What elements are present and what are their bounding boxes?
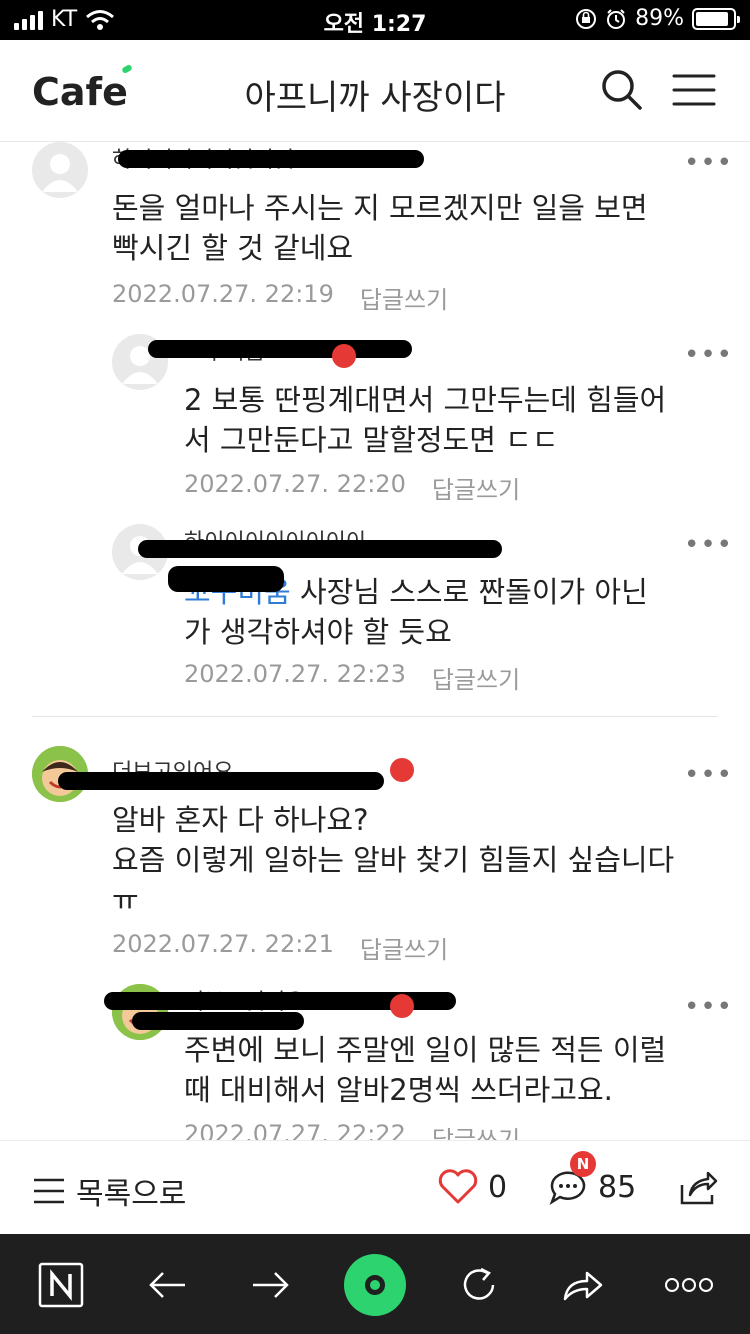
comment-meta: 2022.07.27. 22:22 답글쓰기 [184,1120,520,1140]
naver-icon [38,1262,84,1308]
comment-date: 2022.07.27. 22:22 [184,1120,406,1140]
redaction-mark [168,566,284,592]
comment-date: 2022.07.27. 22:20 [184,470,406,498]
battery-percent: 89% [635,6,684,31]
app-header: Cafe 아프니까 사장이다 [0,40,750,142]
new-badge-icon [390,994,414,1018]
more-menu-button[interactable] [662,1260,716,1310]
reply-button[interactable]: 답글쓰기 [432,470,520,505]
reply-button[interactable]: 답글쓰기 [432,1120,520,1140]
back-to-list-button[interactable]: 목록으로 [32,1169,186,1213]
menu-icon[interactable] [670,66,718,114]
post-action-bar: 목록으로 0 N 85 [0,1140,750,1234]
more-options-button[interactable]: ••• [684,992,733,1022]
status-bar: KT 오전 1:27 89% [0,0,750,40]
comment-date: 2022.07.27. 22:19 [112,280,334,308]
comment-body: 돈을 얼마나 주시는 지 모르겠지만 일을 보면 빡시긴 할 것 같네요 [112,191,648,265]
share-icon[interactable] [676,1167,718,1209]
redaction-mark [138,540,502,558]
comment-body: 주변에 보니 주말엔 일이 많든 적든 이럴 때 대비해서 알바2명씩 쓰더라고… [184,1033,667,1107]
like-button[interactable]: 0 [438,1169,507,1205]
alarm-icon [607,8,626,29]
comment-date: 2022.07.27. 22:21 [112,930,334,958]
browser-toolbar [0,1234,750,1334]
forward-button[interactable] [246,1260,296,1310]
search-icon[interactable] [598,66,646,114]
more-options-button[interactable]: ••• [684,148,733,178]
new-comment-badge: N [570,1151,596,1177]
more-options-button[interactable]: ••• [684,340,733,370]
comments-button[interactable]: N 85 [548,1151,637,1206]
list-icon [34,1178,64,1204]
reply-button[interactable]: 답글쓰기 [360,280,448,315]
reply-button[interactable]: 답글쓰기 [360,930,448,965]
refresh-icon [463,1267,495,1300]
more-options-button[interactable]: ••• [684,530,733,560]
default-avatar-icon [42,154,78,192]
like-count: 0 [488,1169,508,1205]
redaction-mark [132,1012,304,1030]
back-button[interactable] [142,1260,192,1310]
new-badge-icon [332,344,356,368]
comment-date: 2022.07.27. 22:23 [184,660,406,688]
rotation-lock-icon [576,8,597,29]
refresh-button[interactable] [454,1260,504,1310]
comment-body: 알바 혼자 다 하나요? 요즘 이렇게 일하는 알바 찾기 힘들지 싶습니다 ㅠ [112,803,675,917]
more-options-button[interactable]: ••• [684,760,733,790]
comment-list: 하이이이이이잇이잇 ••• 돈을 얼마나 주시는 지 모르겠지만 일을 보면 빡… [0,142,750,1140]
arrow-left-icon [149,1272,185,1298]
forward-share-icon [563,1271,603,1301]
green-dot-icon [365,1275,385,1295]
reply-button[interactable]: 답글쓰기 [432,660,520,695]
naver-home-button[interactable] [36,1260,86,1310]
green-dot-button[interactable] [344,1254,406,1316]
avatar[interactable] [32,142,88,198]
redaction-mark [118,150,424,168]
redaction-mark [58,772,384,790]
comment-meta: 2022.07.27. 22:19 답글쓰기 [112,280,448,315]
comment-meta: 2022.07.27. 22:23 답글쓰기 [184,660,520,695]
comment-count: 85 [598,1169,637,1205]
share-page-button[interactable] [558,1260,608,1310]
heart-icon [438,1169,478,1204]
divider [32,716,718,717]
redaction-mark [148,340,412,358]
comment-body: 2 보통 딴핑계대면서 그만두는데 힘들어 서 그만둔다고 말할정도면 ㄷㄷ [184,383,667,457]
more-dots-icon [665,1278,713,1292]
new-badge-icon [390,758,414,782]
battery-icon [692,7,740,30]
arrow-right-icon [253,1272,289,1298]
comment-meta: 2022.07.27. 22:20 답글쓰기 [184,470,520,505]
comment-meta: 2022.07.27. 22:21 답글쓰기 [112,930,448,965]
